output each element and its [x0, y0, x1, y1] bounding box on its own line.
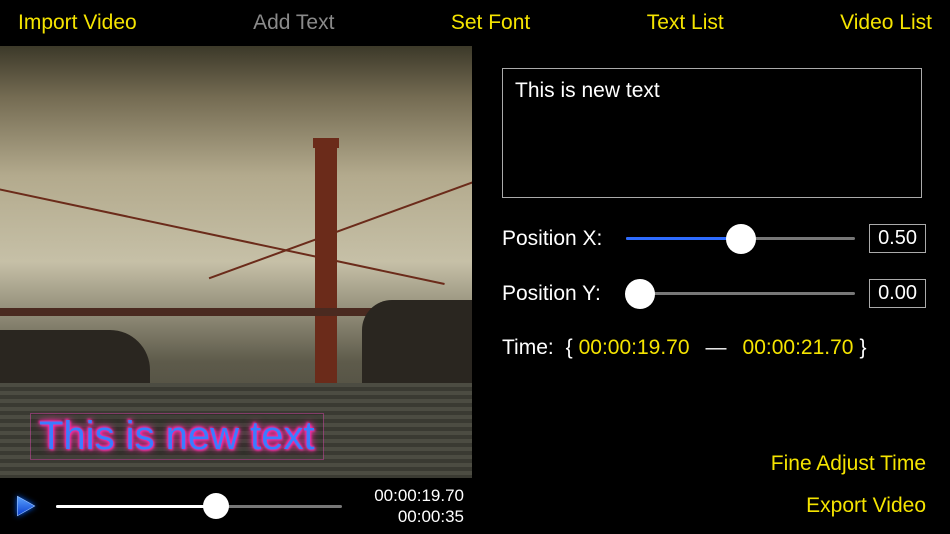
caption-text-input[interactable] — [502, 68, 922, 198]
time-current: 00:00:19.70 — [356, 485, 464, 506]
time-end[interactable]: 00:00:21.70 — [743, 336, 854, 360]
position-x-knob[interactable] — [726, 224, 756, 254]
time-label: Time: — [502, 336, 554, 360]
scrub-fill — [56, 505, 216, 508]
fine-adjust-time-link[interactable]: Fine Adjust Time — [502, 452, 926, 476]
play-icon — [12, 493, 38, 519]
position-x-label: Position X: — [502, 227, 612, 251]
time-start[interactable]: 00:00:19.70 — [579, 336, 690, 360]
overlay-caption: This is new text — [30, 413, 324, 460]
time-total: 00:00:35 — [356, 506, 464, 527]
play-button[interactable] — [8, 489, 42, 523]
tab-set-font[interactable]: Set Font — [451, 11, 530, 35]
position-y-label: Position Y: — [502, 282, 612, 306]
tab-text-list[interactable]: Text List — [647, 11, 724, 35]
tab-video-list[interactable]: Video List — [840, 11, 932, 35]
time-range-row: Time: { 00:00:19.70 — 00:00:21.70 } — [502, 336, 926, 360]
tab-import-video[interactable]: Import Video — [18, 11, 137, 35]
transport-bar: 00:00:19.70 00:00:35 — [0, 478, 472, 534]
time-readout: 00:00:19.70 00:00:35 — [356, 485, 464, 528]
position-y-value[interactable]: 0.00 — [869, 279, 926, 308]
position-y-slider[interactable] — [626, 281, 855, 307]
scrub-knob[interactable] — [203, 493, 229, 519]
video-preview[interactable]: This is new text — [0, 46, 472, 478]
export-video-link[interactable]: Export Video — [502, 494, 926, 518]
position-x-slider[interactable] — [626, 226, 855, 252]
scrub-slider[interactable] — [56, 494, 342, 518]
position-y-knob[interactable] — [625, 279, 655, 309]
tab-add-text[interactable]: Add Text — [253, 11, 334, 35]
top-toolbar: Import Video Add Text Set Font Text List… — [0, 0, 950, 46]
position-x-value[interactable]: 0.50 — [869, 224, 926, 253]
